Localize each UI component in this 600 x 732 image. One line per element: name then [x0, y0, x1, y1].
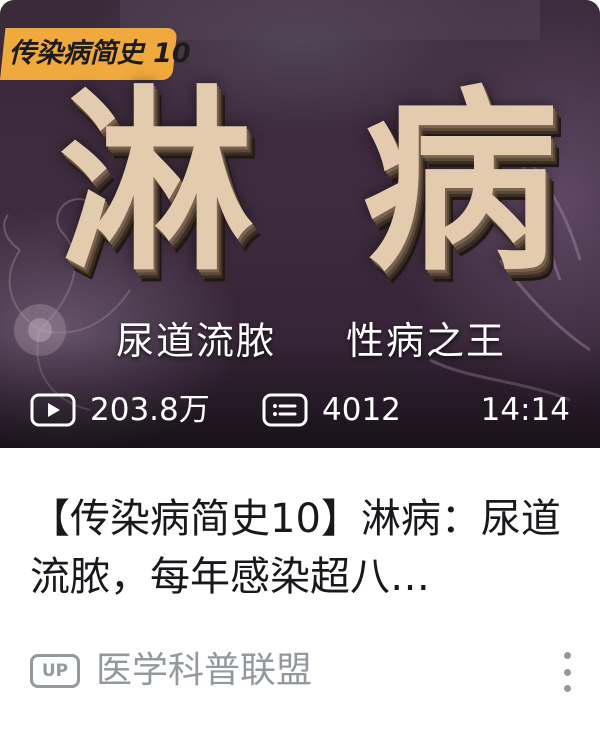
big-title-char-1: 淋 [58, 68, 255, 298]
video-card[interactable]: 传染病简史 10 淋 病 尿道流脓 性病之王 203.8万 4012 14:14… [0, 0, 600, 732]
video-duration: 14:14 [480, 392, 570, 428]
danmaku-icon [262, 393, 308, 427]
more-vertical-icon [563, 668, 571, 676]
view-count-value: 203.8万 [90, 392, 210, 428]
more-vertical-icon [563, 652, 571, 659]
more-vertical-icon [563, 685, 571, 692]
play-icon [30, 393, 76, 427]
danmaku-count: 4012 [262, 386, 401, 434]
thumbnail-stats: 203.8万 4012 14:14 [0, 386, 600, 434]
tagline-right: 性病之王 [346, 319, 507, 363]
video-title[interactable]: 【传染病简史10】淋病：尿道流脓，每年感染超八… [30, 490, 578, 610]
big-title-char-2: 病 [361, 68, 558, 298]
more-options-button[interactable] [552, 650, 582, 694]
tagline-left: 尿道流脓 [116, 319, 277, 363]
up-badge-icon: UP [30, 654, 80, 688]
danmaku-count-value: 4012 [322, 392, 401, 428]
author-row[interactable]: UP 医学科普联盟 [30, 646, 578, 696]
view-count: 203.8万 [30, 386, 210, 434]
author-name[interactable]: 医学科普联盟 [96, 646, 312, 696]
video-thumbnail[interactable]: 传染病简史 10 淋 病 尿道流脓 性病之王 203.8万 4012 14:14 [0, 0, 600, 448]
thumbnail-big-title: 淋 病 [58, 78, 558, 288]
